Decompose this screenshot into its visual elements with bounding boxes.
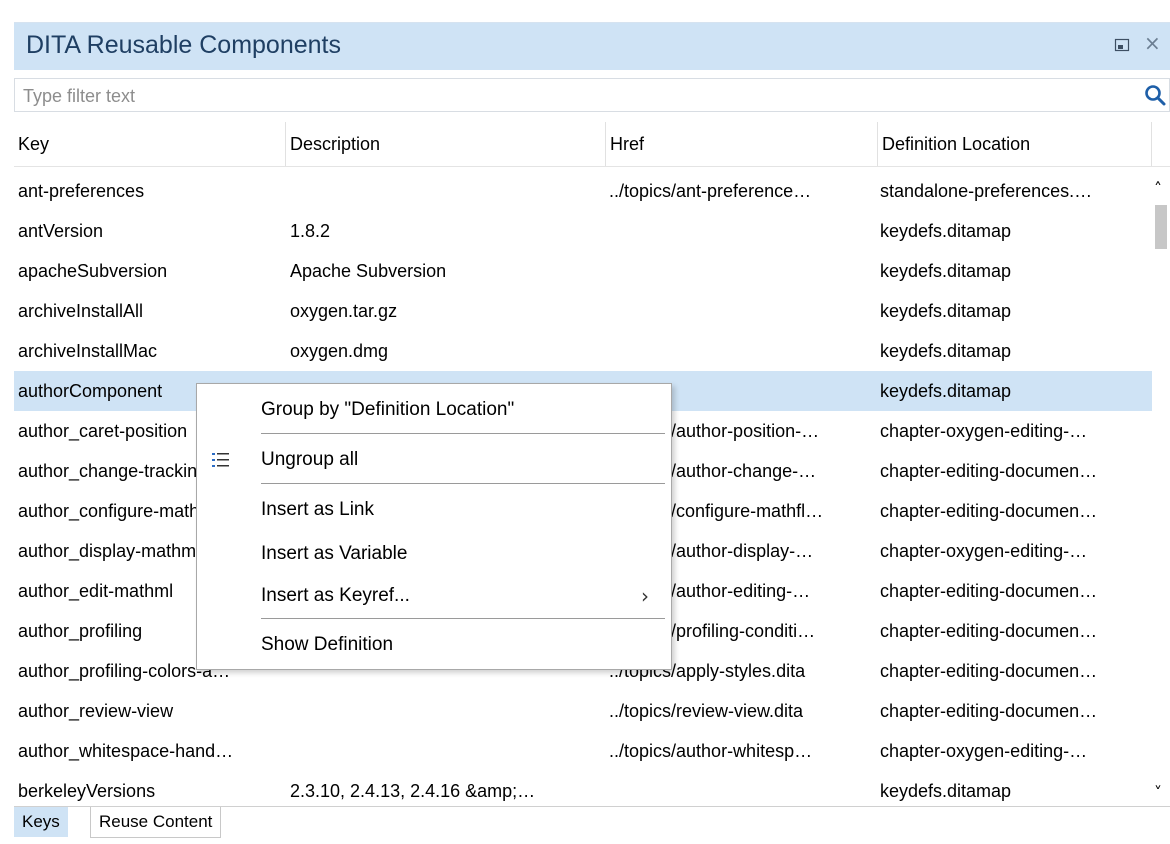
cell-description: oxygen.dmg [290,341,389,361]
cell-definition-location: chapter-editing-documen… [880,621,1098,641]
cell-key: ant-preferences [18,181,145,201]
column-header-description[interactable]: Description [286,122,606,166]
cell-definition-location: keydefs.ditamap [880,381,1012,401]
panel-tabs: Keys Reuse Content [14,806,1170,844]
cell-definition-location: chapter-editing-documen… [880,661,1098,681]
column-header-key[interactable]: Key [14,122,286,166]
cell-description [290,691,610,731]
cell-description: 2.3.10, 2.4.13, 2.4.16 &amp;… [290,781,536,801]
cell-key: author_review-view [18,701,174,721]
menu-item-label: Insert as Link [261,499,374,520]
filter-box [14,78,1170,112]
cell-definition-location: chapter-oxygen-editing-… [880,541,1088,561]
cell-definition-location: keydefs.ditamap [880,221,1012,241]
cell-key: berkeleyVersions [18,781,156,801]
panel-titlebar: DITA Reusable Components × [14,23,1170,70]
cell-href [609,291,879,331]
menu-item-label: Ungroup all [261,449,359,470]
menu-separator [261,618,665,619]
menu-item-label: Show Definition [261,634,394,655]
menu-item-ungroup-all[interactable]: Ungroup all [197,440,671,480]
table-row[interactable]: archiveInstallAll oxygen.tar.gz keydefs.… [14,291,1152,331]
list-icon [212,453,229,467]
cell-definition-location: chapter-editing-documen… [880,461,1098,481]
cell-key: apacheSubversion [18,261,168,281]
menu-item-label: Insert as Keyref... [261,585,410,606]
submenu-arrow-icon: › [641,584,649,608]
table-row[interactable]: author_review-view ../topics/review-view… [14,691,1152,731]
table-header: Key Description Href Definition Location [14,122,1170,167]
scroll-up-icon[interactable]: ˄ [1154,179,1162,198]
cell-href: ../topics/author-whitesp… [609,741,813,761]
column-header-definition-location[interactable]: Definition Location [878,122,1152,166]
cell-href [609,211,879,251]
restore-icon[interactable] [1114,37,1130,53]
table-row[interactable]: archiveInstallMac oxygen.dmg keydefs.dit… [14,331,1152,371]
table-row[interactable]: author_whitespace-hand… ../topics/author… [14,731,1152,771]
panel-title: DITA Reusable Components [26,31,341,59]
menu-item-insert-as-keyref[interactable]: Insert as Keyref... › [197,576,671,616]
menu-item-group-by-definition-location[interactable]: Group by "Definition Location" [197,390,671,430]
cell-definition-location: chapter-oxygen-editing-… [880,741,1088,761]
table-row[interactable]: berkeleyVersions 2.3.10, 2.4.13, 2.4.16 … [14,771,1152,806]
cell-href: ../topics/ant-preference… [609,181,812,201]
vertical-scrollbar[interactable]: ˄ ˅ [1152,171,1170,806]
cell-description: 1.8.2 [290,221,331,241]
tab-reuse-content[interactable]: Reuse Content [90,807,222,838]
cell-href [609,331,879,371]
scroll-thumb[interactable] [1155,205,1167,249]
cell-href [609,251,879,291]
cell-href: ../topics/review-view.dita [609,701,804,721]
menu-item-insert-as-link[interactable]: Insert as Link [197,490,671,530]
table-row[interactable]: antVersion 1.8.2 keydefs.ditamap [14,211,1152,251]
cell-definition-location: chapter-editing-documen… [880,701,1098,721]
search-icon[interactable] [1143,83,1167,107]
cell-definition-location: keydefs.ditamap [880,301,1012,321]
cell-definition-location: chapter-oxygen-editing-… [880,421,1088,441]
cell-key: archiveInstallAll [18,301,144,321]
context-menu: Group by "Definition Location" Ungroup a… [196,383,672,670]
cell-description [290,171,610,211]
cell-description [290,731,610,771]
tab-keys[interactable]: Keys [14,807,68,837]
cell-definition-location: standalone-preferences.… [880,181,1093,201]
cell-definition-location: keydefs.ditamap [880,261,1012,281]
menu-item-insert-as-variable[interactable]: Insert as Variable [197,534,671,574]
cell-key: author_whitespace-hand… [18,741,234,761]
table-row[interactable]: apacheSubversion Apache Subversion keyde… [14,251,1152,291]
cell-href [609,771,879,806]
cell-definition-location: chapter-editing-documen… [880,581,1098,601]
cell-description: oxygen.tar.gz [290,301,398,321]
cell-definition-location: keydefs.ditamap [880,781,1012,801]
table-row[interactable]: ant-preferences ../topics/ant-preference… [14,171,1152,211]
scroll-down-icon[interactable]: ˅ [1154,783,1162,802]
cell-key: antVersion [18,221,104,241]
cell-description: Apache Subversion [290,261,447,281]
menu-separator [261,433,665,434]
cell-key: archiveInstallMac [18,341,158,361]
menu-item-show-definition[interactable]: Show Definition [197,625,671,665]
cell-definition-location: keydefs.ditamap [880,341,1012,361]
menu-item-label: Insert as Variable [261,543,408,564]
column-header-href[interactable]: Href [606,122,878,166]
close-icon[interactable]: × [1144,33,1161,53]
cell-definition-location: chapter-editing-documen… [880,501,1098,521]
menu-item-label: Group by "Definition Location" [261,399,515,420]
filter-input[interactable] [21,82,1125,110]
menu-separator [261,483,665,484]
